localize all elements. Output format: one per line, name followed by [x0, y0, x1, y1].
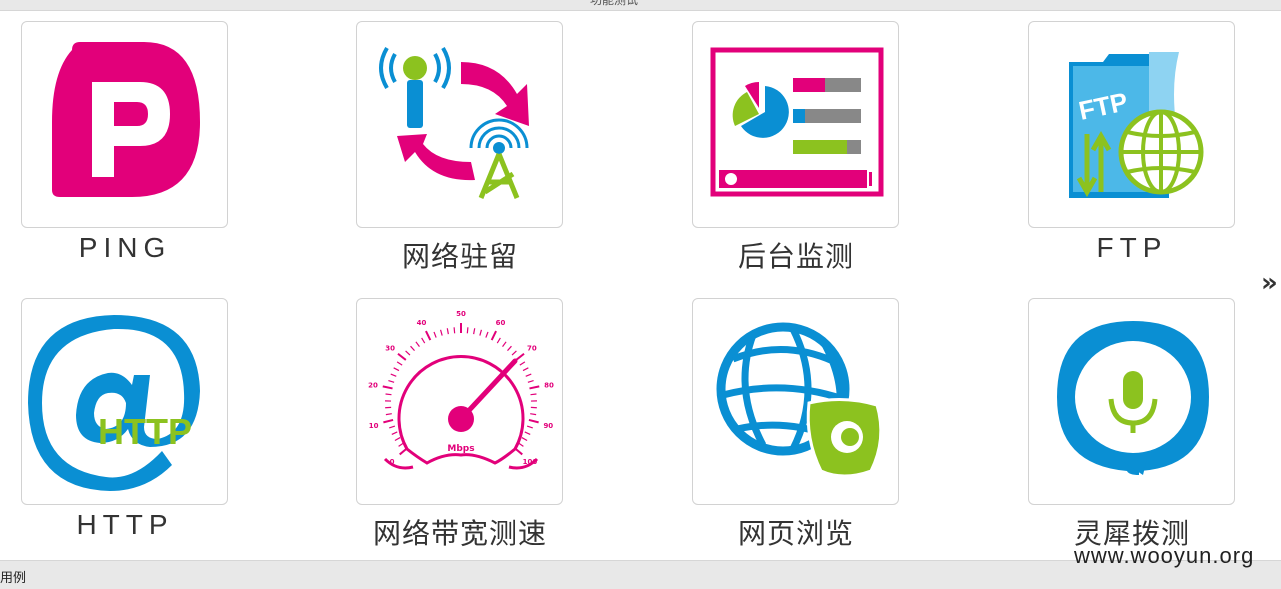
voice-dial-icon — [1029, 299, 1236, 506]
speed-tick — [434, 332, 436, 338]
tile-label-speed-test: 网络带宽测速 — [330, 512, 590, 552]
speed-tick — [522, 438, 527, 441]
speed-tick-label: 70 — [527, 345, 537, 353]
speed-tick — [389, 426, 395, 428]
speed-tick — [492, 331, 496, 340]
speed-tick — [467, 327, 468, 333]
tile-label-web-browse: 网页浏览 — [666, 512, 926, 552]
speed-tick — [426, 331, 430, 340]
speed-tick — [507, 346, 511, 350]
window-title-bar: 功能测试 — [0, 0, 1281, 11]
speed-tick — [516, 354, 524, 360]
bottom-bar-fragment: 用例 — [0, 567, 26, 586]
network-dwell-icon — [357, 22, 564, 229]
tile-ping[interactable] — [21, 21, 228, 228]
speed-tick-label: 20 — [368, 381, 378, 389]
speed-tick — [392, 432, 397, 434]
speed-tick — [454, 327, 455, 333]
speed-tick-label: 60 — [496, 319, 506, 327]
speed-tick — [527, 426, 533, 428]
speed-tick — [383, 420, 393, 422]
tile-label-ftp: FTP — [1002, 232, 1262, 264]
speed-unit-label: Mbps — [447, 444, 474, 454]
speed-tick-label: 10 — [369, 422, 379, 430]
watermark-text: www.wooyun.org — [1074, 543, 1254, 569]
background-monitor-icon — [693, 22, 900, 229]
speed-tick — [411, 346, 415, 350]
window-title-fragment: 功能测试 — [590, 0, 638, 8]
speed-tick — [422, 338, 425, 343]
tile-label-http: HTTP — [0, 509, 255, 541]
speed-tick — [526, 374, 532, 376]
speed-tick — [398, 354, 406, 360]
tile-http[interactable]: HTTP — [21, 298, 228, 505]
speed-tick — [525, 432, 530, 434]
speed-tick — [523, 368, 528, 371]
speed-tick — [486, 332, 488, 338]
tile-label-ping: PING — [0, 232, 255, 264]
speed-tick — [497, 338, 500, 343]
speed-tick — [480, 330, 482, 336]
tile-ftp[interactable]: FTP — [1028, 21, 1235, 228]
tile-label-network-dwell: 网络驻留 — [330, 235, 590, 275]
speed-tick — [386, 414, 392, 415]
tile-label-background-monitor: 后台监测 — [666, 235, 926, 275]
ftp-icon: FTP — [1029, 22, 1236, 229]
speed-tick — [529, 420, 539, 422]
speed-tick — [529, 386, 539, 388]
speed-tick-label: 50 — [456, 310, 466, 318]
tile-background-monitor[interactable] — [692, 21, 899, 228]
speed-tick — [503, 342, 507, 347]
speed-tick-label: 30 — [385, 345, 395, 353]
tile-voice-dial[interactable] — [1028, 298, 1235, 505]
http-at-icon: HTTP — [22, 299, 229, 506]
speed-tick — [388, 381, 394, 383]
speed-tick — [406, 351, 410, 355]
speed-tick — [416, 342, 420, 347]
http-icon-text: HTTP — [98, 411, 192, 452]
speed-tick — [531, 394, 537, 395]
tile-speed-test[interactable]: 0102030405060708090100 Mbps — [356, 298, 563, 505]
speed-tick — [391, 374, 397, 376]
speed-tick — [512, 351, 516, 355]
speed-tick — [528, 381, 534, 383]
speed-tick — [383, 386, 393, 388]
speed-tick — [520, 362, 525, 365]
speed-tick — [386, 394, 392, 395]
speedometer-icon: 0102030405060708090100 Mbps — [357, 299, 564, 506]
speed-tick — [394, 368, 399, 371]
next-page-chevron-icon[interactable]: » — [1261, 268, 1278, 298]
speed-tick — [447, 328, 448, 334]
speed-tick-label: 80 — [544, 381, 554, 389]
speed-tick — [395, 438, 400, 441]
tile-network-dwell[interactable] — [356, 21, 563, 228]
tile-web-browse[interactable] — [692, 298, 899, 505]
ping-p-icon — [22, 22, 229, 229]
speed-tick — [474, 328, 475, 334]
speed-tick — [397, 362, 402, 365]
speed-tick — [441, 330, 443, 336]
speed-tick — [530, 414, 536, 415]
speed-tick-label: 40 — [417, 319, 427, 327]
speed-tick-label: 90 — [543, 422, 553, 430]
web-browse-icon — [693, 299, 900, 506]
